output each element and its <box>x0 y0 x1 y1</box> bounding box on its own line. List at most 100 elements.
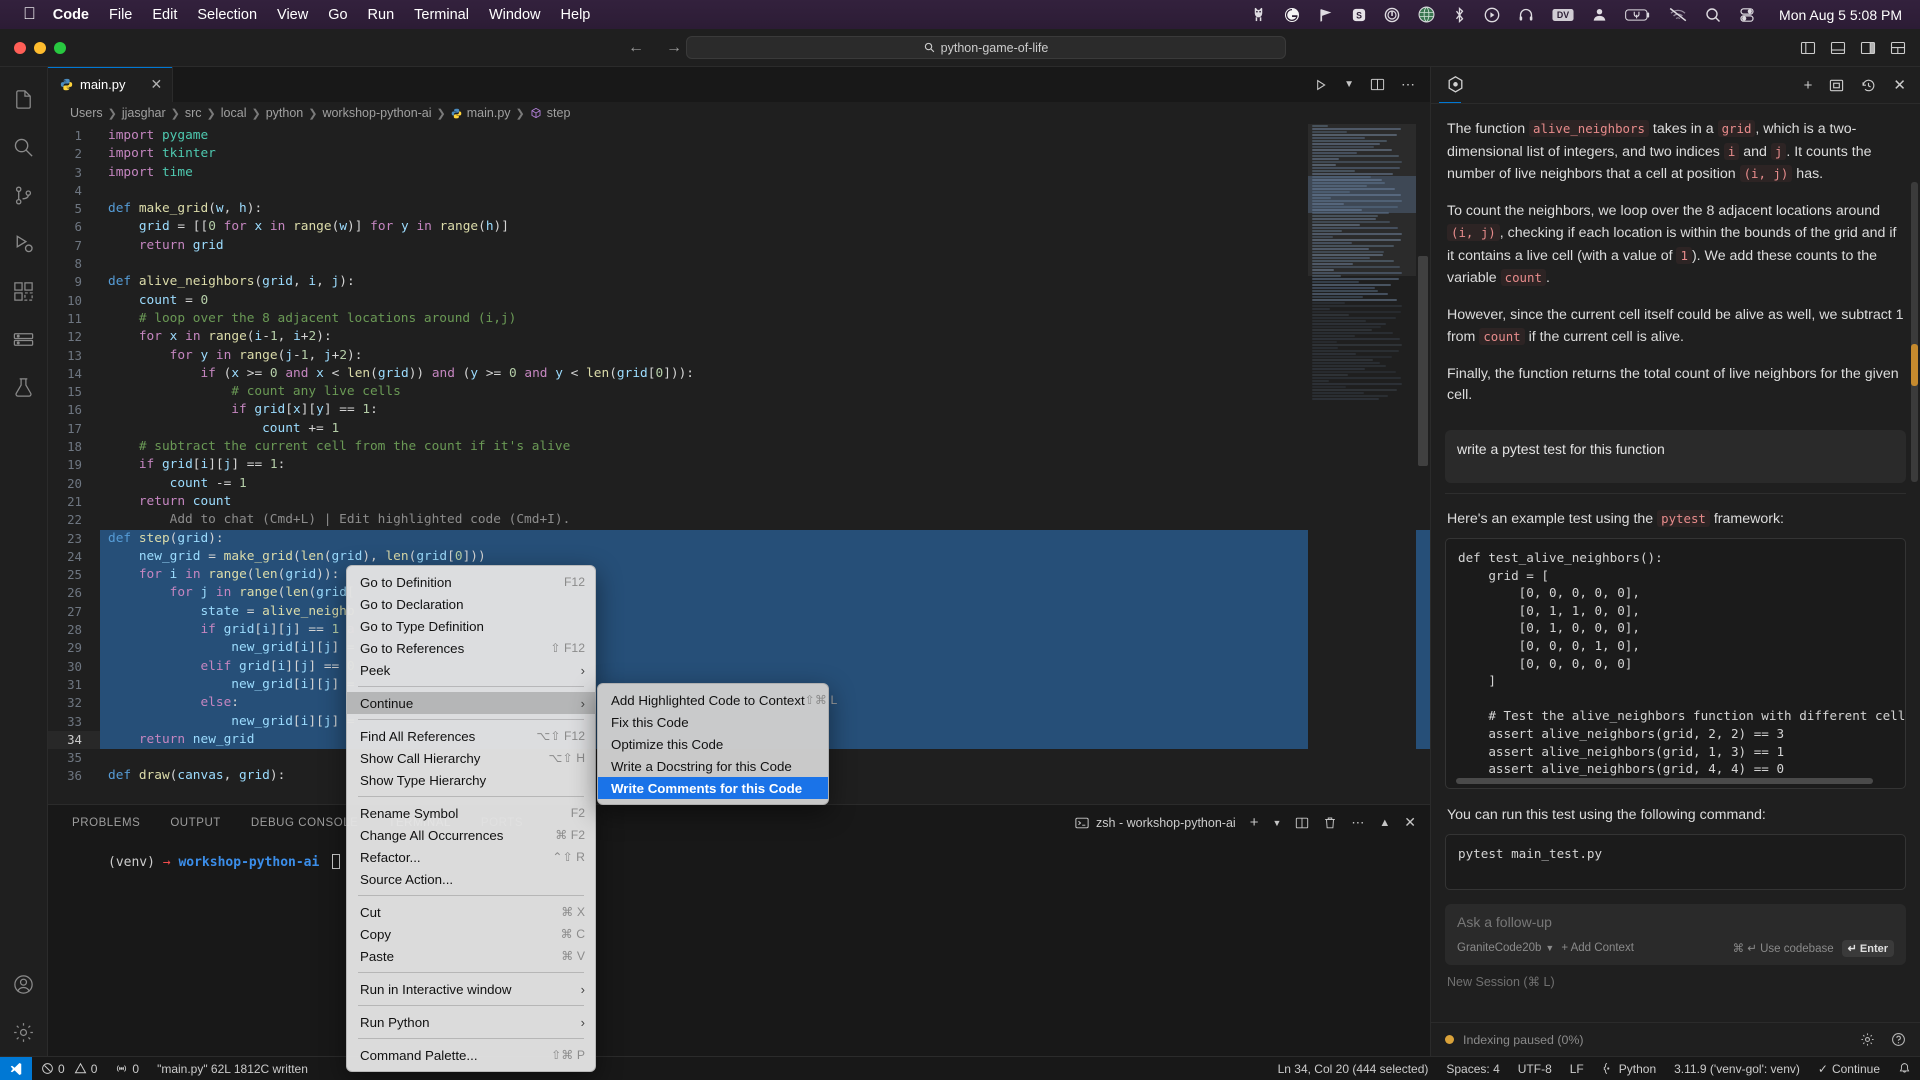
menu-item-find-all-references[interactable]: Find All References ⌥⇧ F12 <box>347 725 595 747</box>
code-line-24[interactable]: 24 new_grid = make_grid(len(grid), len(g… <box>48 547 1430 567</box>
sidebar-item-remote-explorer[interactable] <box>0 315 48 363</box>
eol-setting[interactable]: LF <box>1561 1062 1593 1076</box>
sidebar-item-search[interactable] <box>0 123 48 171</box>
breadcrumb-item-7[interactable]: step <box>547 106 571 120</box>
submenu-item-write-comments-for-this-code[interactable]: Write Comments for this Code <box>598 777 828 799</box>
more-actions-icon[interactable]: ⋯ <box>1401 76 1416 93</box>
chevron-down-icon[interactable]: ▼ <box>1272 818 1281 828</box>
more-actions-icon[interactable]: ⋯ <box>1351 815 1365 831</box>
chat-scrollbar[interactable] <box>1911 182 1918 482</box>
code-line-27[interactable]: 27 state = alive_neighb <box>48 602 1430 622</box>
code-line-21[interactable]: 21 return count <box>48 493 1430 511</box>
code-line-5[interactable]: 5 def make_grid(w, h): <box>48 200 1430 218</box>
menu-item-run-in-interactive-window[interactable]: Run in Interactive window › <box>347 978 595 1000</box>
customize-layout-icon[interactable] <box>1890 40 1906 56</box>
sidebar-item-extensions[interactable] <box>0 267 48 315</box>
code-line-13[interactable]: 13 for y in range(j-1, j+2): <box>48 347 1430 365</box>
sidebar-item-run-and-debug[interactable] <box>0 219 48 267</box>
minimap-viewport[interactable] <box>1308 124 1416 276</box>
submenu-item-fix-this-code[interactable]: Fix this Code <box>598 711 828 733</box>
wifi-off-icon[interactable] <box>1669 7 1687 22</box>
new-session-label[interactable]: New Session (⌘ L) <box>1445 965 1906 989</box>
code-line-25[interactable]: 25 for i in range(len(grid)): <box>48 566 1430 585</box>
breadcrumb-item-0[interactable]: Users <box>70 106 103 120</box>
menu-item-code[interactable]: Code <box>53 7 89 23</box>
split-terminal-icon[interactable] <box>1295 816 1309 830</box>
code-line-16[interactable]: 16 if grid[x][y] == 1: <box>48 401 1430 419</box>
kill-terminal-icon[interactable] <box>1323 816 1337 830</box>
code-line-9[interactable]: 9 def alive_neighbors(grid, i, j): <box>48 273 1430 291</box>
sidebar-item-testing[interactable] <box>0 363 48 411</box>
breadcrumb-item-5[interactable]: workshop-python-ai <box>322 106 431 120</box>
breadcrumb-item-4[interactable]: python <box>266 106 304 120</box>
toggle-panel-icon[interactable] <box>1830 40 1846 56</box>
code-line-19[interactable]: 19 if grid[i][j] == 1: <box>48 456 1430 474</box>
menu-item-window[interactable]: Window <box>489 7 541 23</box>
sidebar-item-accounts[interactable] <box>0 960 48 1008</box>
encoding-setting[interactable]: UTF-8 <box>1509 1062 1561 1076</box>
tab-output[interactable]: OUTPUT <box>168 805 223 840</box>
flag-icon[interactable] <box>1318 7 1334 23</box>
menu-item-go-to-declaration[interactable]: Go to Declaration <box>347 593 595 615</box>
menu-item-cut[interactable]: Cut ⌘ X <box>347 901 595 923</box>
continue-submenu[interactable]: Add Highlighted Code to Context ⇧⌘ L Fix t… <box>597 683 837 805</box>
editor-context-menu[interactable]: Go to Definition F12 Go to Declaration Go t… <box>346 565 596 1072</box>
menu-item-copy[interactable]: Copy ⌘ C <box>347 923 595 945</box>
battery-icon[interactable] <box>1625 8 1651 22</box>
model-selector[interactable]: GraniteCode20b <box>1457 942 1541 954</box>
tab-debug-console[interactable]: DEBUG CONSOLE <box>249 805 360 840</box>
code-line-1[interactable]: 1 import pygame <box>48 127 1430 145</box>
code-line-30[interactable]: 30 elif grid[i][j] == 0 <box>48 657 1430 676</box>
menu-item-source-action[interactable]: Source Action... <box>347 868 595 890</box>
code-line-14[interactable]: 14 if (x >= 0 and x < len(grid)) and (y … <box>48 365 1430 383</box>
new-session-icon[interactable]: + <box>1804 77 1813 94</box>
menu-item-help[interactable]: Help <box>561 7 591 23</box>
code-line-12[interactable]: 12 for x in range(i-1, i+2): <box>48 328 1430 346</box>
expand-icon[interactable] <box>1829 78 1844 93</box>
breadcrumb-item-3[interactable]: local <box>221 106 247 120</box>
toggle-primary-sidebar-icon[interactable] <box>1800 40 1816 56</box>
menu-item-change-all-occurrences[interactable]: Change All Occurrences ⌘ F2 <box>347 824 595 846</box>
help-icon[interactable] <box>1891 1032 1906 1047</box>
dv-icon[interactable]: DV <box>1552 8 1574 22</box>
code-line-15[interactable]: 15 # count any live cells <box>48 383 1430 401</box>
chat-messages[interactable]: The function alive_neighbors takes in a … <box>1431 103 1920 1022</box>
python-interpreter[interactable]: 3.11.9 ('venv-gol': venv) <box>1665 1062 1809 1076</box>
run-python-icon[interactable] <box>1314 78 1328 92</box>
cursor-position[interactable]: Ln 34, Col 20 (444 selected) <box>1269 1062 1438 1076</box>
minimize-window-button[interactable] <box>34 41 46 54</box>
globe-icon[interactable] <box>1418 6 1435 23</box>
continue-status[interactable]: ✓ Continue <box>1809 1062 1889 1076</box>
code-line-26[interactable]: 26 for j in range(len(grid[ <box>48 584 1430 603</box>
menu-item-refactor[interactable]: Refactor... ⌃⇧ R <box>347 846 595 868</box>
code-line-4[interactable]: 4 <box>48 182 1430 200</box>
code-line-2[interactable]: 2 import tkinter <box>48 145 1430 163</box>
toggle-secondary-sidebar-icon[interactable] <box>1860 40 1876 56</box>
chevron-down-icon[interactable]: ▼ <box>1344 79 1354 90</box>
menu-item-show-call-hierarchy[interactable]: Show Call Hierarchy ⌥⇧ H <box>347 747 595 769</box>
menu-item-command-palette[interactable]: Command Palette... ⇧⌘ P <box>347 1044 595 1066</box>
s-badge-icon[interactable]: S <box>1352 8 1366 22</box>
close-window-button[interactable] <box>14 41 26 54</box>
minimap[interactable] <box>1308 124 1416 804</box>
menu-item-run-python[interactable]: Run Python › <box>347 1011 595 1033</box>
breadcrumb-item-1[interactable]: jjasghar <box>122 106 166 120</box>
code-line-23[interactable]: 23 def step(grid): <box>48 529 1430 548</box>
code-block-pytest[interactable]: def test_alive_neighbors(): grid = [ [0,… <box>1445 538 1906 789</box>
code-line-29[interactable]: 29 new_grid[i][j] = <box>48 639 1430 658</box>
problems-status[interactable]: 0 0 <box>32 1062 106 1076</box>
play-circle-icon[interactable] <box>1484 7 1500 23</box>
menu-item-go-to-references[interactable]: Go to References ⇧ F12 <box>347 637 595 659</box>
add-context-button[interactable]: + Add Context <box>1561 942 1634 954</box>
headphones-icon[interactable] <box>1518 7 1534 23</box>
submenu-item-optimize-this-code[interactable]: Optimize this Code <box>598 733 828 755</box>
remote-window-icon[interactable] <box>0 1056 32 1080</box>
tab-main-py[interactable]: main.py ✕ <box>48 67 174 102</box>
breadcrumb-item-2[interactable]: src <box>185 106 202 120</box>
tab-problems[interactable]: PROBLEMS <box>70 805 142 840</box>
add-terminal-icon[interactable]: + <box>1250 814 1259 831</box>
code-line-8[interactable]: 8 <box>48 255 1430 273</box>
menu-item-go-to-definition[interactable]: Go to Definition F12 <box>347 571 595 593</box>
menu-item-continue[interactable]: Continue › <box>347 692 595 714</box>
code-line-3[interactable]: 3 import time <box>48 164 1430 182</box>
